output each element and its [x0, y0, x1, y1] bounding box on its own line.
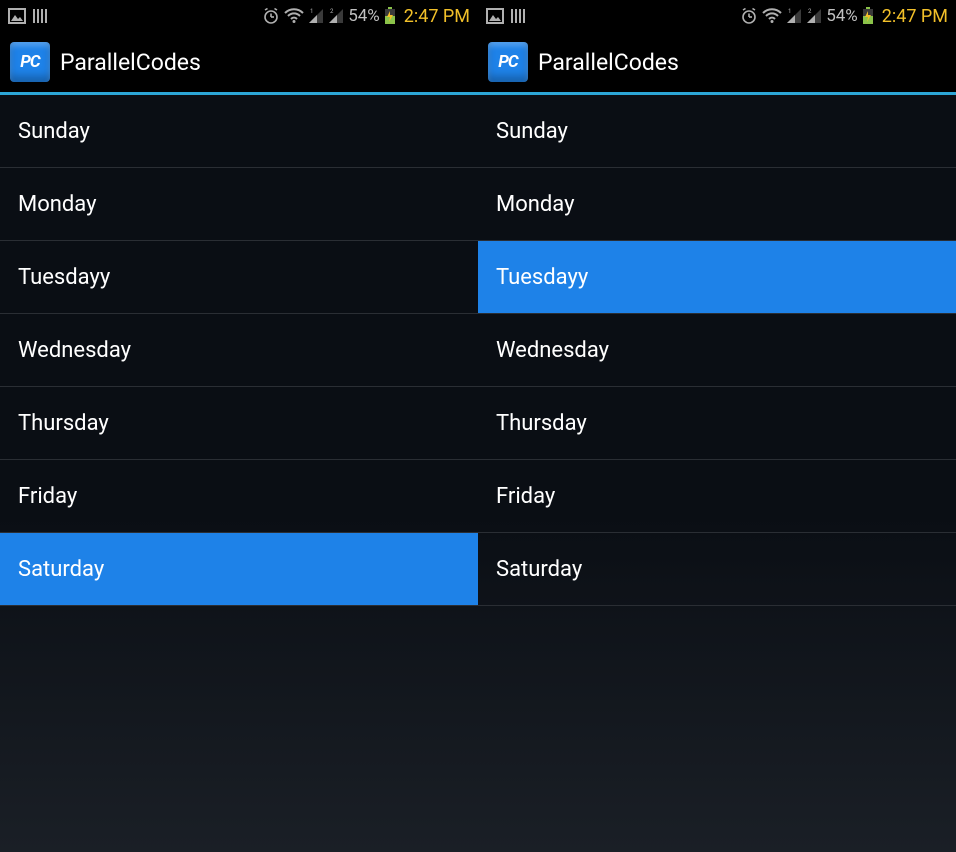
svg-text:2: 2	[808, 8, 812, 15]
alarm-icon	[740, 7, 758, 25]
action-bar: PC ParallelCodes	[478, 32, 956, 92]
signal-sim1-icon: 1	[786, 8, 802, 24]
day-list[interactable]: Sunday Monday Tuesdayy Wednesday Thursday Fri…	[478, 95, 956, 606]
list-item-label: Wednesday	[496, 338, 609, 363]
app-title: ParallelCodes	[538, 49, 679, 76]
list-item-label: Friday	[496, 484, 555, 509]
list-item-label: Saturday	[496, 557, 582, 582]
app-title: ParallelCodes	[60, 49, 201, 76]
list-item[interactable]: Saturday	[478, 533, 956, 606]
list-item-label: Tuesdayy	[18, 265, 110, 290]
wifi-icon	[762, 8, 782, 24]
signal-sim1-icon: 1	[308, 8, 324, 24]
barcode-icon	[32, 8, 50, 24]
list-item-label: Friday	[18, 484, 77, 509]
image-icon	[8, 8, 26, 24]
wifi-icon	[284, 8, 304, 24]
battery-percentage: 54%	[826, 6, 858, 26]
list-item-label: Monday	[18, 192, 97, 217]
list-item[interactable]: Thursday	[0, 387, 478, 460]
list-item-label: Tuesdayy	[496, 265, 588, 290]
list-item-label: Sunday	[496, 119, 568, 144]
list-item-label: Wednesday	[18, 338, 131, 363]
list-item[interactable]: Tuesdayy	[0, 241, 478, 314]
list-item[interactable]: Wednesday	[0, 314, 478, 387]
clock: 2:47 PM	[404, 6, 470, 27]
app-icon-text: PC	[498, 52, 517, 72]
list-item[interactable]: Friday	[0, 460, 478, 533]
list-item-label: Thursday	[496, 411, 587, 436]
battery-icon	[862, 7, 874, 25]
svg-text:2: 2	[330, 8, 334, 15]
list-item[interactable]: Friday	[478, 460, 956, 533]
app-icon[interactable]: PC	[488, 42, 528, 82]
list-item[interactable]: Sunday	[478, 95, 956, 168]
list-item-label: Saturday	[18, 557, 104, 582]
signal-sim2-icon: 2	[328, 8, 344, 24]
list-item[interactable]: Thursday	[478, 387, 956, 460]
barcode-icon	[510, 8, 528, 24]
day-list[interactable]: Sunday Monday Tuesdayy Wednesday Thursday Fri…	[0, 95, 478, 606]
app-icon-text: PC	[20, 52, 39, 72]
list-item[interactable]: Wednesday	[478, 314, 956, 387]
phone-screen: 1 2 54% 2:47 PM PC ParallelCodes Sunday M…	[478, 0, 956, 852]
status-bar: 1 2 54% 2:47 PM	[478, 0, 956, 32]
action-bar: PC ParallelCodes	[0, 32, 478, 92]
image-icon	[486, 8, 504, 24]
alarm-icon	[262, 7, 280, 25]
list-item-label: Thursday	[18, 411, 109, 436]
app-icon[interactable]: PC	[10, 42, 50, 82]
battery-icon	[384, 7, 396, 25]
phone-screen: 1 2 54% 2:47 PM PC ParallelCodes Sunday M…	[0, 0, 478, 852]
list-item-label: Sunday	[18, 119, 90, 144]
svg-text:1: 1	[310, 8, 313, 15]
battery-percentage: 54%	[348, 6, 380, 26]
list-item-label: Monday	[496, 192, 575, 217]
signal-sim2-icon: 2	[806, 8, 822, 24]
list-item[interactable]: Saturday	[0, 533, 478, 606]
status-bar: 1 2 54% 2:47 PM	[0, 0, 478, 32]
list-item[interactable]: Monday	[0, 168, 478, 241]
list-item[interactable]: Tuesdayy	[478, 241, 956, 314]
list-item[interactable]: Sunday	[0, 95, 478, 168]
clock: 2:47 PM	[882, 6, 948, 27]
list-item[interactable]: Monday	[478, 168, 956, 241]
svg-text:1: 1	[788, 8, 791, 15]
